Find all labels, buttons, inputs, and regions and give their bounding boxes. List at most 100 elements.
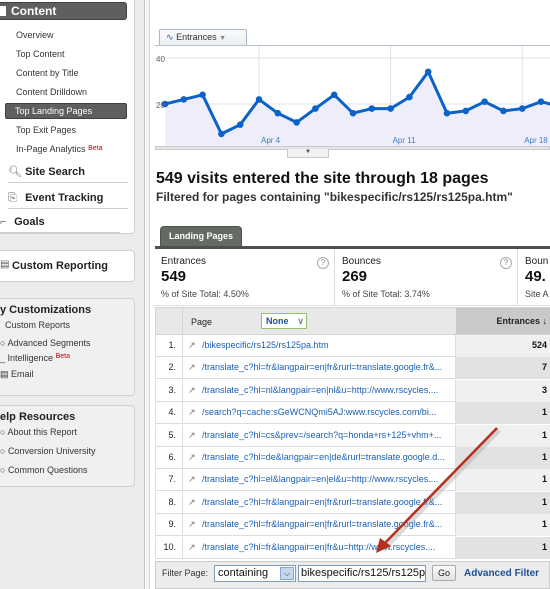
row-number: 1. xyxy=(156,335,183,357)
conversion-university-link[interactable]: ○ Conversion University xyxy=(0,446,95,456)
open-external-icon[interactable]: ↗︎ xyxy=(188,474,196,485)
sidebar-splitter[interactable] xyxy=(146,0,150,589)
data-point xyxy=(293,119,300,126)
row-number-header xyxy=(156,308,183,334)
filter-text-input[interactable]: bikespecific/rs125/rs125pa xyxy=(298,565,426,582)
sidebar-item-in-page-analytics[interactable]: In-Page Analytics Beta xyxy=(16,143,102,155)
help-circle-icon: ○ xyxy=(0,465,8,475)
sidebar-item-top-content[interactable]: Top Content xyxy=(16,48,65,60)
x-tick-label: Apr 11 xyxy=(393,136,417,145)
sidebar-section-content[interactable]: Content xyxy=(0,2,127,20)
data-point xyxy=(180,96,188,103)
help-icon[interactable]: ? xyxy=(317,257,329,269)
open-external-icon[interactable]: ↗︎ xyxy=(188,452,196,463)
page-column-header[interactable]: Page xyxy=(191,317,212,327)
page-link[interactable]: /translate_c?hl=fr&langpair=en|fr&u=http… xyxy=(202,537,452,558)
chart-scrollbar[interactable] xyxy=(155,146,550,150)
my-customizations-title: y Customizations xyxy=(0,304,92,316)
double-chevron-down-icon: ∨ xyxy=(297,316,304,326)
secondary-dimension-select[interactable]: None ∨ xyxy=(261,313,307,329)
sidebar-item-site-search[interactable]: 🔍︎ Site Search xyxy=(8,163,128,183)
sidebar-item-goals[interactable]: ⌐ Goals xyxy=(0,213,120,233)
data-point xyxy=(330,91,338,99)
chart-canvas: 40 20 Apr 4 Apr 11 Apr 18 xyxy=(155,46,550,147)
page-link[interactable]: /translate_c?hl=de&langpair=en|de&rurl=t… xyxy=(202,447,452,468)
open-external-icon[interactable]: ↗︎ xyxy=(188,362,196,373)
chart-collapse-handle[interactable]: ▼ xyxy=(287,149,329,158)
open-external-icon[interactable]: ↗︎ xyxy=(188,497,196,508)
magnifier-icon: 🔍︎ xyxy=(8,166,22,178)
filter-bar: Filter Page: containing ⌵ bikespecific/r… xyxy=(155,561,550,589)
row-number: 10. xyxy=(156,536,183,559)
row-number: 3. xyxy=(156,379,183,402)
entrances-column-header[interactable]: Entrances ↓ xyxy=(456,308,550,334)
item-label: Event Tracking xyxy=(25,192,104,204)
filter-description: Filtered for pages containing "bikespeci… xyxy=(156,190,513,204)
table-row: 5. ↗︎ /translate_c?hl=cs&prev=/search?q=ho… xyxy=(155,424,550,447)
page-link[interactable]: /translate_c?hl=cs&prev=/search?q=honda+… xyxy=(202,425,452,446)
metric-selector-dropdown[interactable]: ∿ Entrances ▼ xyxy=(159,29,247,46)
select-value: containing xyxy=(218,567,269,579)
tab-landing-pages[interactable]: Landing Pages xyxy=(160,226,242,246)
page-link[interactable]: /bikespecific/rs125/rs125pa.htm xyxy=(202,335,452,356)
entrances-value: 524 xyxy=(456,335,550,357)
entrances-value: 1 xyxy=(456,491,550,514)
page-link[interactable]: /translate_c?hl=nl&langpair=en|nl&u=http… xyxy=(202,380,452,401)
sidebar-item-content-drilldown[interactable]: Content Drilldown xyxy=(16,86,87,98)
sidebar-item-top-exit-pages[interactable]: Top Exit Pages xyxy=(16,124,76,136)
page-link[interactable]: /translate_c?hl=fr&langpair=en|fr&rurl=t… xyxy=(202,357,452,378)
custom-reporting-label: Custom Reporting xyxy=(12,260,108,272)
data-point xyxy=(443,109,451,117)
table-row: 4. ↗︎ /search?q=cache:sGeWCNQmi5AJ:www.rsc… xyxy=(155,402,550,425)
metric-label: Entrances xyxy=(176,32,217,42)
row-number: 4. xyxy=(156,402,183,425)
table-row: 3. ↗︎ /translate_c?hl=nl&langpair=en|nl&u=… xyxy=(155,379,550,402)
data-point xyxy=(199,91,206,99)
sidebar-item-content-by-title[interactable]: Content by Title xyxy=(16,67,79,79)
custom-reports-link[interactable]: Custom Reports xyxy=(5,320,70,330)
open-external-icon[interactable]: ↗︎ xyxy=(188,385,196,396)
metric-label: Bounces xyxy=(342,256,381,267)
x-tick-label: Apr 18 xyxy=(524,136,548,145)
common-questions-link[interactable]: ○ Common Questions xyxy=(0,465,87,475)
table-row: 8. ↗︎ /translate_c?hl=fr&langpair=en|fr&ru… xyxy=(155,491,550,514)
data-point xyxy=(481,98,488,105)
beta-badge: Beta xyxy=(55,353,70,360)
advanced-segments-link[interactable]: ○ Advanced Segments xyxy=(0,338,91,348)
custom-reporting-box[interactable]: ▤ Custom Reporting xyxy=(0,250,135,282)
data-point xyxy=(387,105,394,112)
sidebar-item-event-tracking[interactable]: ⎘ Event Tracking xyxy=(8,189,128,209)
advanced-filter-link[interactable]: Advanced Filter xyxy=(464,568,539,579)
content-section: Content Overview Top Content Content by … xyxy=(0,0,135,234)
table-row: 6. ↗︎ /translate_c?hl=de&langpair=en|de&ru… xyxy=(155,447,550,469)
page-link[interactable]: /translate_c?hl=el&langpair=en|el&u=http… xyxy=(202,469,452,490)
open-external-icon[interactable]: ↗︎ xyxy=(188,407,196,418)
intelligence-link[interactable]: _ Intelligence Beta xyxy=(0,353,70,363)
table-row: 9. ↗︎ /translate_c?hl=fr&langpair=en|fr&ru… xyxy=(155,514,550,537)
data-point xyxy=(424,68,432,76)
entrances-value: 1 xyxy=(456,424,550,447)
help-icon[interactable]: ? xyxy=(500,257,512,269)
open-external-icon[interactable]: ↗︎ xyxy=(188,519,196,530)
metrics-summary: Entrances 549 % of Site Total: 4.50% ? B… xyxy=(155,249,550,306)
email-icon: ▤ xyxy=(0,369,12,379)
open-external-icon[interactable]: ↗︎ xyxy=(188,542,196,553)
open-external-icon[interactable]: ↗︎ xyxy=(188,340,196,351)
metric-bounce-rate: Boun 49. Site A xyxy=(519,249,550,306)
row-number: 7. xyxy=(156,469,183,492)
email-link[interactable]: ▤ Email xyxy=(0,369,34,380)
page-link[interactable]: /translate_c?hl=fr&langpair=en|fr&rurl=t… xyxy=(202,514,452,535)
open-external-icon[interactable]: ↗︎ xyxy=(188,430,196,441)
sidebar-item-top-landing-pages[interactable]: Top Landing Pages xyxy=(5,103,127,119)
page-link[interactable]: /translate_c?hl=fr&langpair=en|fr&rurl=t… xyxy=(202,492,452,513)
metric-value: 49. xyxy=(525,268,546,285)
data-point xyxy=(236,121,244,128)
table-row: 2. ↗︎ /translate_c?hl=fr&langpair=en|fr&ru… xyxy=(155,357,550,380)
item-label: About this Report xyxy=(7,427,77,437)
metric-value: 269 xyxy=(342,268,368,285)
filter-mode-select[interactable]: containing ⌵ xyxy=(214,565,296,582)
sidebar-item-overview[interactable]: Overview xyxy=(16,29,54,41)
page-link[interactable]: /search?q=cache:sGeWCNQmi5AJ:www.rscycle… xyxy=(202,402,452,423)
go-button[interactable]: Go xyxy=(432,565,456,581)
about-report-link[interactable]: ○ About this Report xyxy=(0,427,77,437)
